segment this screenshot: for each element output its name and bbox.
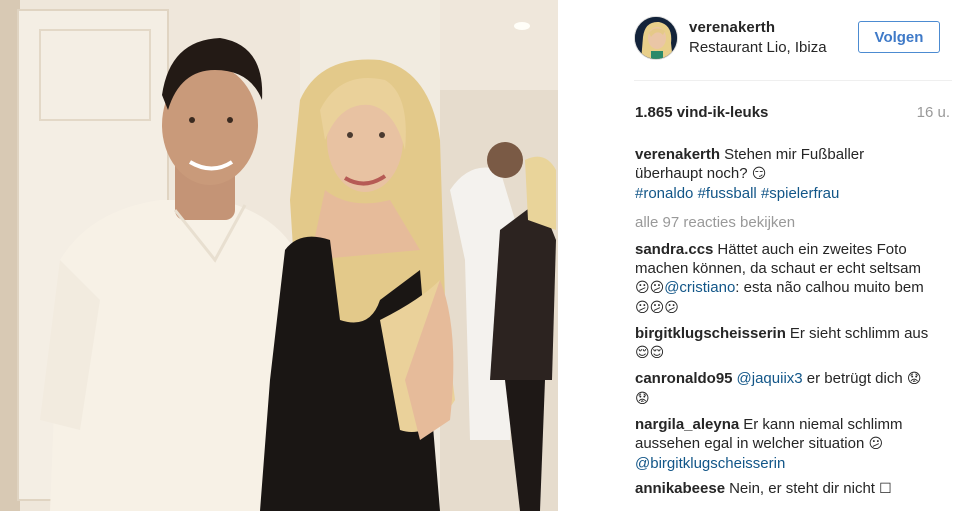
comment-text: Nein, er steht dir nicht [729, 480, 880, 497]
avatar-image [635, 17, 677, 59]
hashtag-link-fussball[interactable]: #fussball [698, 185, 757, 202]
post-details-panel: verenakerth Restaurant Lio, Ibiza Volgen… [558, 0, 961, 511]
comment-username-link[interactable]: birgitklugscheisserin [635, 325, 786, 342]
likes-count[interactable]: 1.865 vind-ik-leuks [635, 104, 768, 121]
comment-item: canronaldo95 @jaquiix3 er betrügt dich 😟😟 [635, 369, 935, 409]
post-location-link[interactable]: Restaurant Lio, Ibiza [689, 39, 827, 56]
avatar[interactable] [634, 16, 678, 60]
mention-link-jaquiix3[interactable]: @jaquiix3 [737, 370, 803, 387]
hashtag-link-spielerfrau[interactable]: #spielerfrau [761, 185, 839, 202]
mention-link-cristiano[interactable]: @cristiano [664, 279, 735, 296]
caption-username-link[interactable]: verenakerth [635, 146, 720, 163]
comment-item: birgitklugscheisserin Er sieht schlimm au… [635, 324, 935, 363]
comment-username-link[interactable]: sandra.ccs [635, 241, 713, 258]
comment-username-link[interactable]: nargila_aleyna [635, 416, 739, 433]
comment-text: er betrügt dich [802, 370, 907, 387]
comment-item: nargila_aleyna Er kann niemal schlimm aus… [635, 415, 935, 473]
comment-text: Er sieht schlimm aus [789, 325, 929, 342]
caption: verenakerth Stehen mir Fußballer überhaup… [635, 145, 935, 203]
post-username-link[interactable]: verenakerth [689, 19, 775, 36]
comment-item: sandra.ccs Hättet auch ein zweites Foto m… [635, 240, 935, 318]
comments-list: verenakerth Stehen mir Fußballer überhaup… [635, 145, 935, 505]
post-photo-illustration [0, 0, 558, 511]
post-timestamp[interactable]: 16 u. [917, 104, 950, 121]
mention-link-birgitklugscheisserin[interactable]: @birgitklugscheisserin [635, 455, 785, 472]
comment-item: annikabeese Nein, er steht dir nicht ☐ [635, 479, 935, 499]
unknown-glyph-icon: ☐ [879, 481, 892, 497]
comment-username-link[interactable]: canronaldo95 [635, 370, 733, 387]
confused-face-icon: 😕 [868, 436, 884, 452]
confused-face-icon: 😕😕 [635, 280, 665, 296]
post-photo[interactable] [0, 0, 558, 511]
comment-text: : esta não calhou muito bem [735, 279, 924, 296]
confused-face-icon: 😕😕😕 [635, 300, 679, 316]
follow-button[interactable]: Volgen [858, 21, 940, 53]
smirking-face-icon: 😏 [751, 166, 767, 182]
comment-username-link[interactable]: annikabeese [635, 480, 725, 497]
post-header: verenakerth Restaurant Lio, Ibiza Volgen [634, 14, 940, 66]
header-divider [634, 80, 952, 81]
likes-row: 1.865 vind-ik-leuks 16 u. [634, 104, 952, 126]
hashtag-link-ronaldo[interactable]: #ronaldo [635, 185, 693, 202]
view-all-comments-link[interactable]: alle 97 reacties bekijken [635, 213, 935, 232]
relieved-face-icon: 😌😌 [635, 345, 665, 361]
